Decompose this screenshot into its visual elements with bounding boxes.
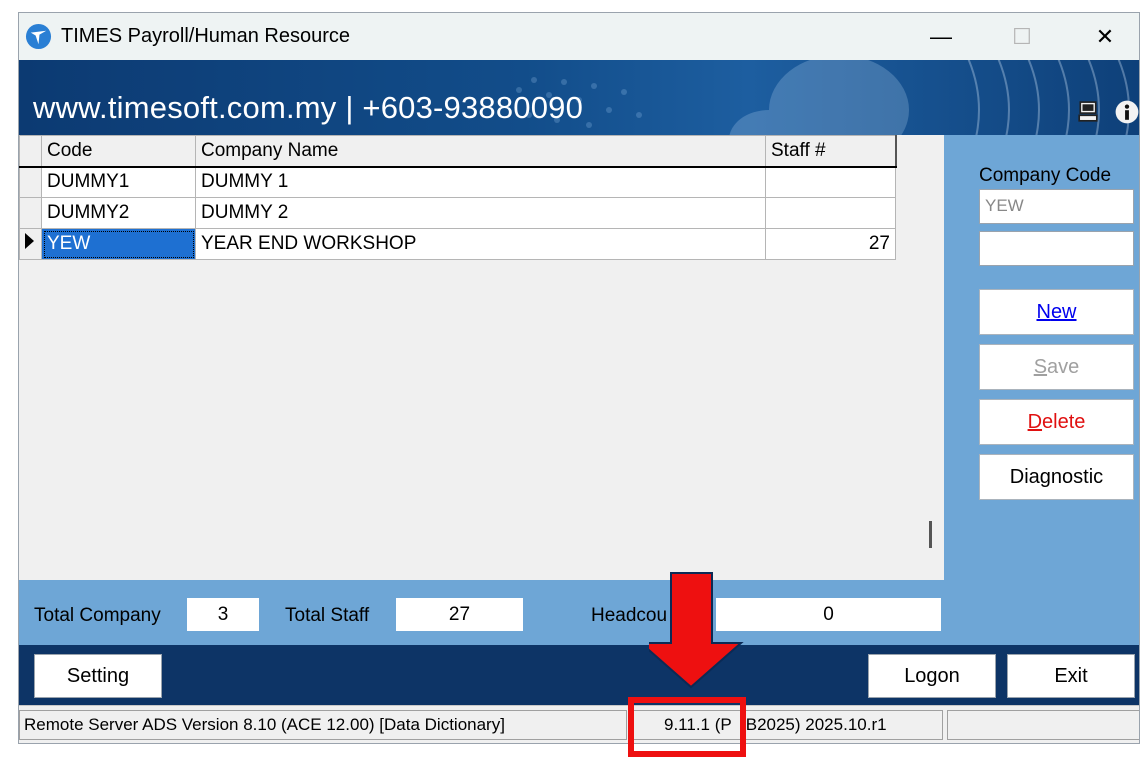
cell-company-name[interactable]: DUMMY 1 xyxy=(195,166,766,198)
delete-button[interactable]: Delete xyxy=(979,399,1134,445)
new-button-hotkey: N xyxy=(1036,300,1051,323)
cell-code[interactable]: YEW xyxy=(41,228,196,260)
company-table: Code Company Name Staff # DUMMY1 DUMMY 1… xyxy=(19,135,897,260)
close-button[interactable]: ✕ xyxy=(1065,13,1139,60)
logon-button[interactable]: Logon xyxy=(868,654,996,698)
total-staff-label: Total Staff xyxy=(285,605,370,626)
column-header-code[interactable]: Code xyxy=(41,135,196,168)
window-title: TIMES Payroll/Human Resource xyxy=(61,25,350,47)
status-extra-pane xyxy=(947,710,1139,740)
table-header-row: Code Company Name Staff # xyxy=(19,135,897,168)
title-bar: TIMES Payroll/Human Resource — ☐ ✕ xyxy=(19,13,1139,60)
maximize-icon: ☐ xyxy=(1012,23,1032,49)
scrollbar-thumb[interactable] xyxy=(929,521,932,548)
column-header-staff[interactable]: Staff # xyxy=(765,135,897,168)
row-indicator[interactable] xyxy=(19,166,42,198)
row-indicator-header xyxy=(19,135,42,168)
new-button[interactable]: New xyxy=(979,289,1134,335)
row-indicator[interactable] xyxy=(19,228,42,260)
company-side-panel: Company Code YEW New Save Delete Diagnos… xyxy=(944,135,1139,580)
total-staff-value: 27 xyxy=(396,598,523,631)
banner-contact-text: www.timesoft.com.my | +603-93880090 xyxy=(33,90,584,125)
column-header-company-name[interactable]: Company Name xyxy=(195,135,766,168)
app-logo-icon xyxy=(25,23,52,50)
status-server-info: Remote Server ADS Version 8.10 (ACE 12.0… xyxy=(19,710,627,740)
company-grid-area: Code Company Name Staff # DUMMY1 DUMMY 1… xyxy=(19,135,944,580)
info-icon[interactable] xyxy=(1115,100,1139,124)
diagnostic-button[interactable]: Diagnostic xyxy=(979,454,1134,500)
status-bar: Remote Server ADS Version 8.10 (ACE 12.0… xyxy=(19,705,1139,743)
new-button-label: ew xyxy=(1050,300,1077,323)
setting-button[interactable]: Setting xyxy=(34,654,162,698)
totals-bar: Total Company 3 Total Staff 27 Headcou 0 xyxy=(19,580,1139,645)
row-indicator[interactable] xyxy=(19,197,42,229)
company-name-field[interactable] xyxy=(979,231,1134,266)
cell-code[interactable]: DUMMY2 xyxy=(41,197,196,229)
status-version-part-2: B2025) 2025.10.r1 xyxy=(745,715,887,734)
computer-icon[interactable] xyxy=(1077,100,1099,124)
total-company-label: Total Company xyxy=(34,605,161,626)
table-row[interactable]: DUMMY1 DUMMY 1 xyxy=(19,166,896,198)
maximize-button[interactable]: ☐ xyxy=(982,13,1062,60)
cell-staff-count[interactable] xyxy=(765,166,896,198)
delete-button-label: elete xyxy=(1042,410,1086,433)
cell-staff-count[interactable] xyxy=(765,197,896,229)
cell-company-name[interactable]: YEAR END WORKSHOP xyxy=(195,228,766,260)
annotation-arrow-icon xyxy=(649,572,744,689)
exit-button[interactable]: Exit xyxy=(1007,654,1135,698)
headcount-value: 0 xyxy=(716,598,941,631)
company-code-field[interactable]: YEW xyxy=(979,189,1134,224)
save-button-label: ave xyxy=(1047,355,1080,378)
annotation-highlight-box xyxy=(628,697,746,757)
cell-company-name[interactable]: DUMMY 2 xyxy=(195,197,766,229)
save-button-hotkey: S xyxy=(1033,355,1048,378)
bottom-action-bar: Setting Logon Exit xyxy=(19,645,1139,705)
close-icon: ✕ xyxy=(1095,23,1115,49)
cell-code[interactable]: DUMMY1 xyxy=(41,166,196,198)
company-code-label: Company Code xyxy=(979,165,1112,186)
header-banner: www.timesoft.com.my | +603-93880090 xyxy=(19,60,1139,135)
minimize-button[interactable]: — xyxy=(901,13,981,60)
table-row-selected[interactable]: YEW YEAR END WORKSHOP 27 xyxy=(19,228,896,260)
current-row-pointer-icon xyxy=(25,233,34,249)
minimize-icon: — xyxy=(930,23,952,49)
app-window: TIMES Payroll/Human Resource — ☐ ✕ www.t… xyxy=(18,12,1140,744)
total-company-value: 3 xyxy=(187,598,259,631)
delete-button-hotkey: D xyxy=(1027,410,1043,433)
decorative-arcs-graphic xyxy=(967,60,1130,135)
save-button[interactable]: Save xyxy=(979,344,1134,390)
table-row[interactable]: DUMMY2 DUMMY 2 xyxy=(19,197,896,229)
cell-staff-count[interactable]: 27 xyxy=(765,228,896,260)
